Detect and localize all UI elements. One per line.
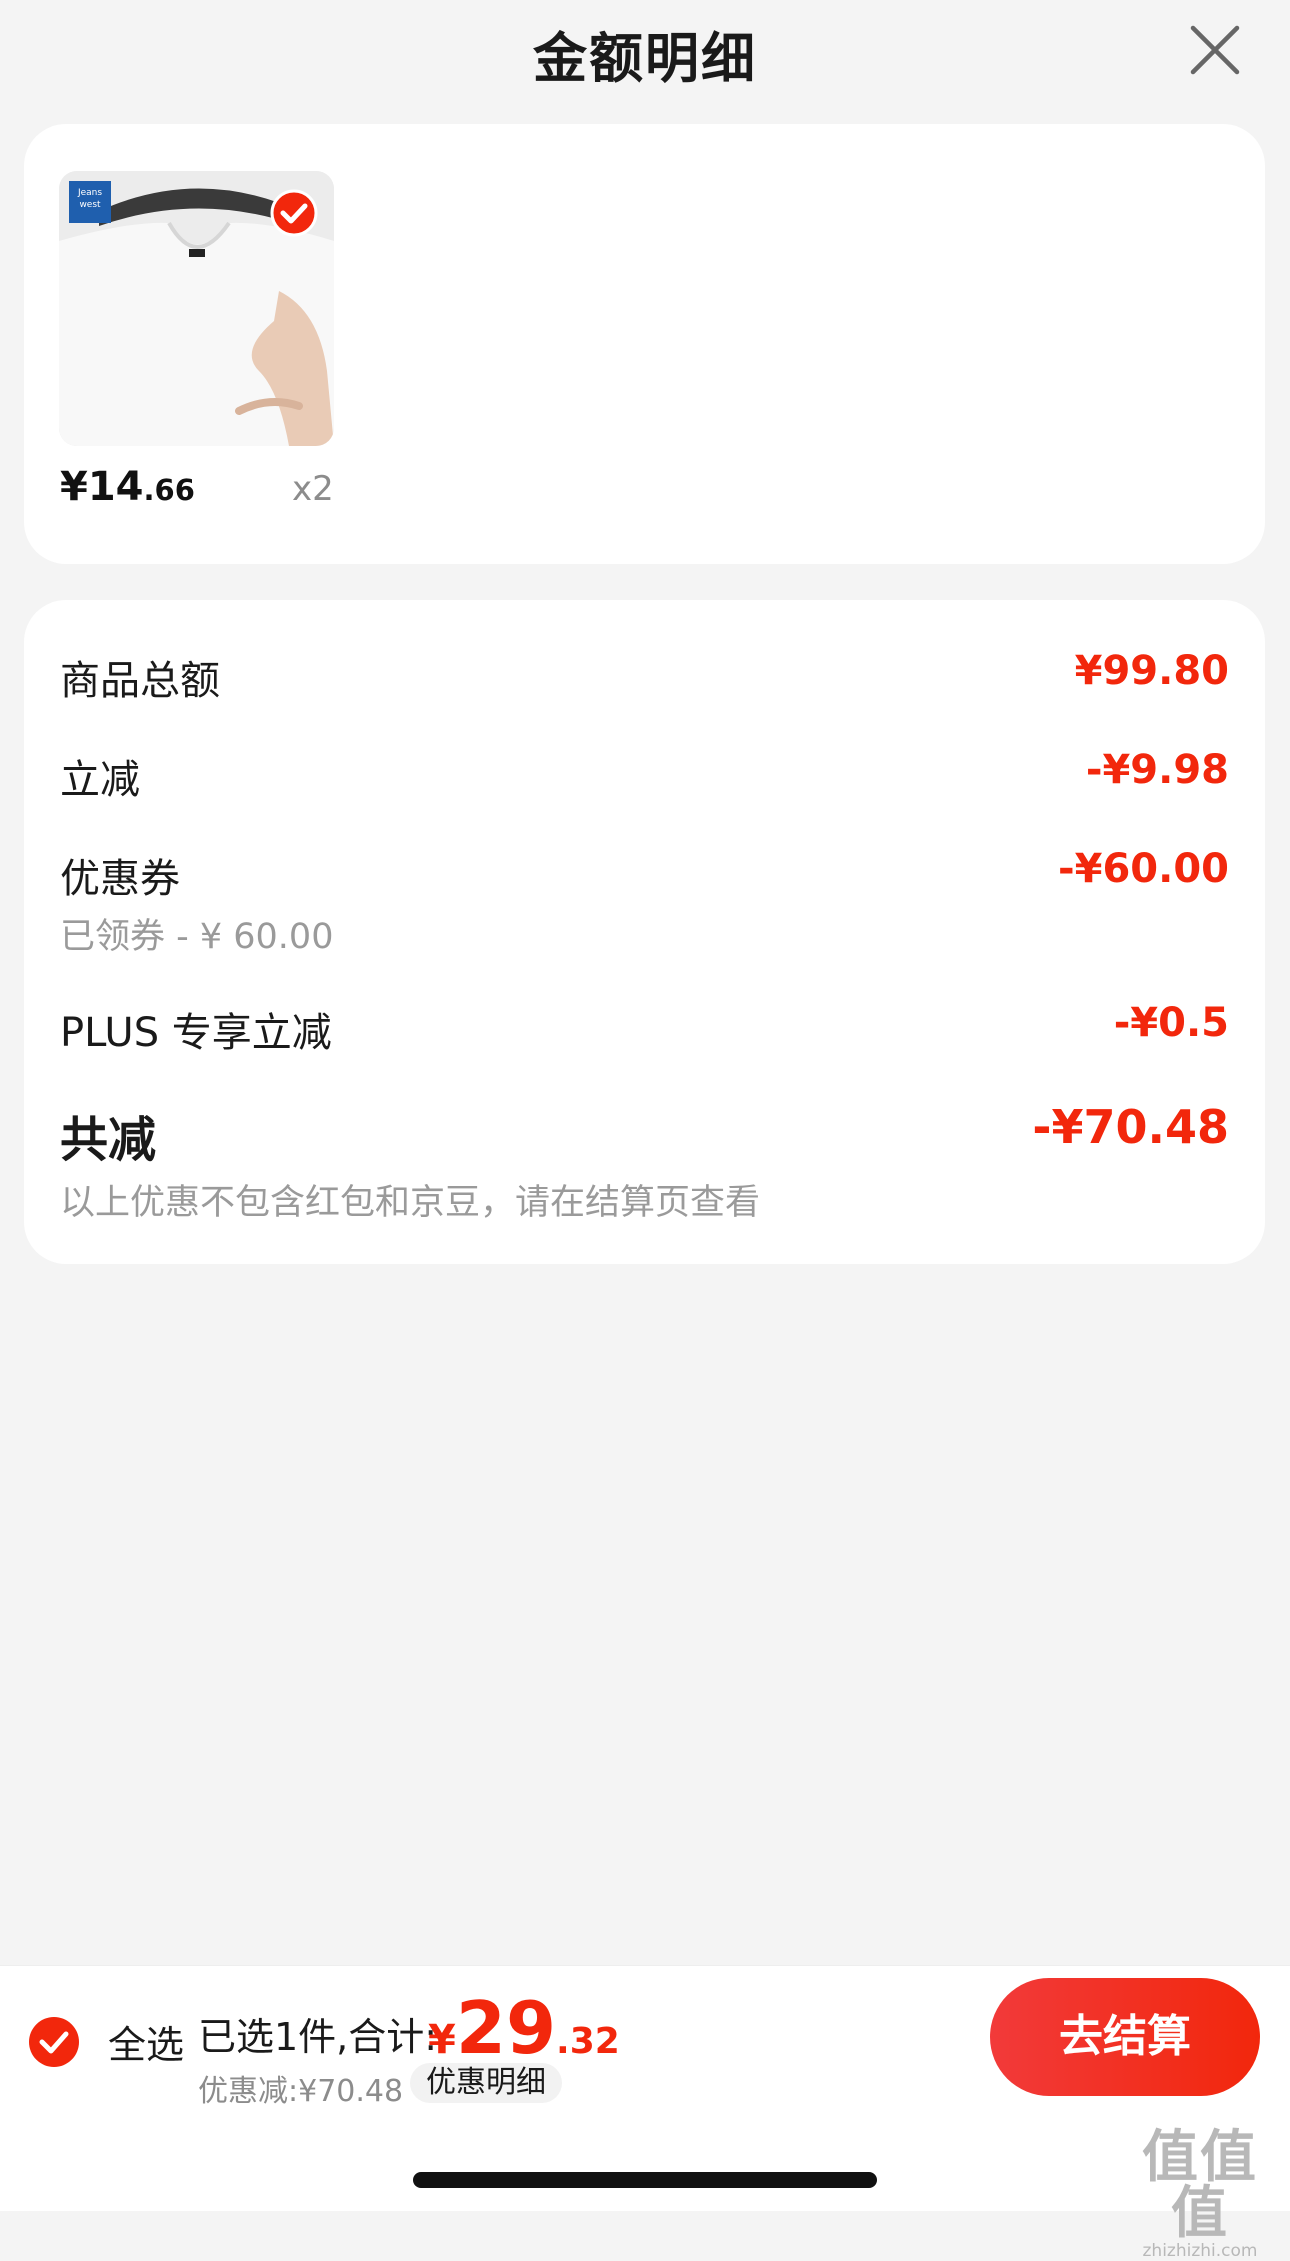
coupon-label: 优惠券 [60,856,180,902]
checkout-bar: 全选 已选1件,合计: ¥29.32 优惠减:¥70.48 优惠明细 去结算 [0,1965,1290,2109]
close-icon [1190,25,1240,75]
brand-logo: Jeans west [69,181,111,223]
discount-detail-button[interactable]: 优惠明细 [410,2063,562,2103]
select-all-checkbox[interactable] [28,2016,80,2068]
discount-note: 以上优惠不包含红包和京豆，请在结算页查看 [60,1183,761,1223]
watermark: 值值值 zhizhizhi.com [1142,2125,1258,2261]
close-button[interactable] [1185,20,1245,80]
product-thumbnail[interactable]: Jeans west [59,171,334,446]
product-card: Jeans west ¥14.66 x2 [24,124,1265,564]
total-price: ¥29.32 [428,1986,620,2070]
goods-total-value: ¥99.80 [1074,648,1229,694]
select-all-label[interactable]: 全选 [108,2014,184,2069]
home-area [0,2108,1290,2211]
saved-amount: 优惠减:¥70.48 [198,2074,404,2109]
plus-discount-label: PLUS 专享立减 [60,1010,332,1056]
selected-count: 已选1件,合计: [198,2015,438,2059]
home-indicator[interactable] [413,2172,877,2188]
plus-discount-value: -¥0.5 [1113,1000,1229,1046]
checked-icon [270,189,318,237]
checkout-button[interactable]: 去结算 [990,1978,1260,2096]
header: 金额明细 [0,0,1290,100]
product-quantity: x2 [292,469,334,509]
coupon-note: 已领券 - ¥ 60.00 [60,917,334,957]
instant-discount-label: 立减 [60,757,140,803]
amount-summary-card: 商品总额 ¥99.80 立减 -¥9.98 优惠券 -¥60.00 已领券 - … [24,600,1265,1264]
goods-total-label: 商品总额 [60,658,220,704]
total-discount-value: -¥70.48 [1032,1100,1229,1154]
total-discount-label: 共减 [60,1112,157,1168]
page-title: 金额明细 [533,27,757,90]
instant-discount-value: -¥9.98 [1085,747,1229,793]
coupon-value: -¥60.00 [1058,846,1229,892]
product-price: ¥14.66 [60,464,195,510]
